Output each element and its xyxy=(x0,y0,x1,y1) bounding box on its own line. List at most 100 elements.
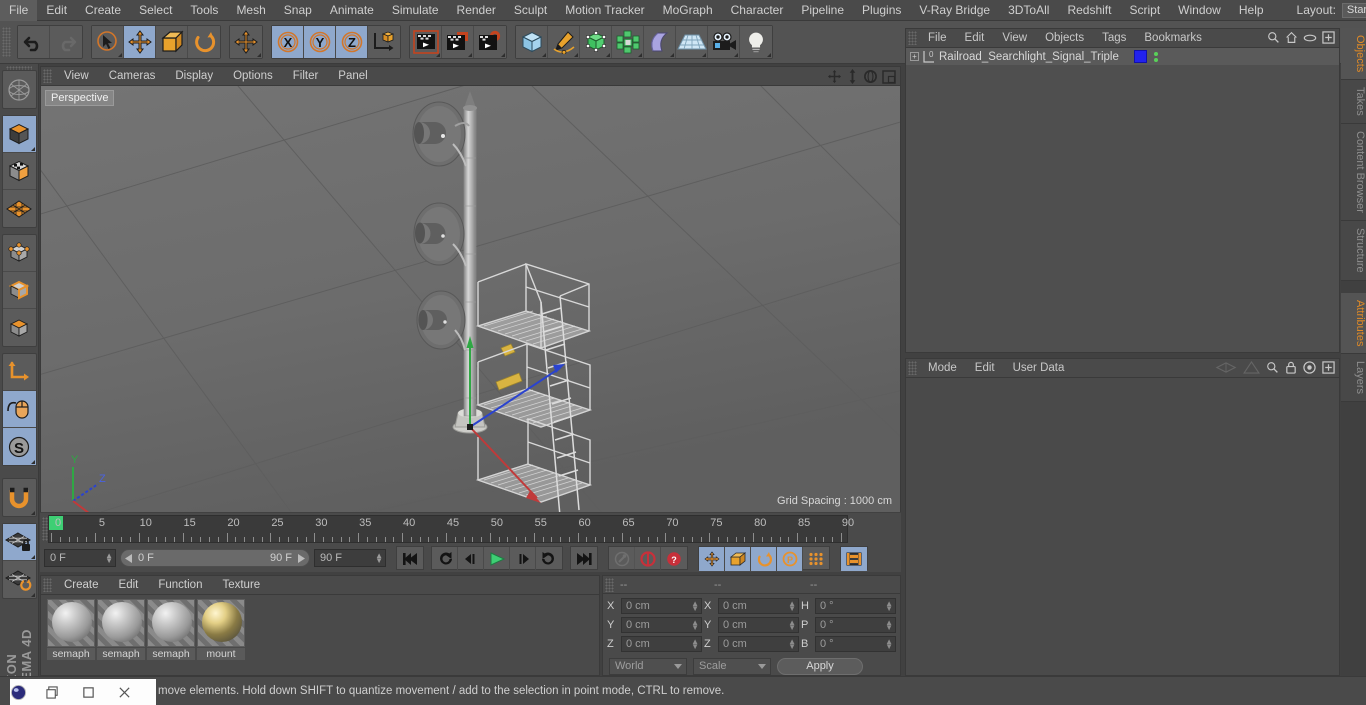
viewport-3d-scene[interactable]: Y Z X Perspective Grid Spacing : 1000 cm xyxy=(41,86,900,512)
side-tab-takes[interactable]: Takes xyxy=(1341,80,1366,125)
menu-item-animate[interactable]: Animate xyxy=(321,0,383,21)
menu-item-snap[interactable]: Snap xyxy=(275,0,321,21)
magnet-button[interactable] xyxy=(3,479,36,516)
side-tab-objects[interactable]: Objects xyxy=(1341,28,1366,81)
coordinate-rotation-field[interactable]: 0 ° ▲ ▼ xyxy=(815,616,896,633)
record-key-button[interactable] xyxy=(609,547,635,571)
coordinate-size-field[interactable]: 0 cm ▲ ▼ xyxy=(718,635,799,652)
scale-tool-button[interactable] xyxy=(156,26,188,58)
attribute-manager-grip[interactable] xyxy=(908,361,917,375)
search-icon[interactable] xyxy=(1267,31,1280,44)
move-tool-button[interactable] xyxy=(124,26,156,58)
object-menu-objects[interactable]: Objects xyxy=(1036,29,1093,48)
viewport-camera-label[interactable]: Perspective xyxy=(45,90,115,106)
attribute-menu-mode[interactable]: Mode xyxy=(919,359,966,378)
menu-item-redshift[interactable]: Redshift xyxy=(1058,0,1120,21)
attribute-menu-user-data[interactable]: User Data xyxy=(1004,359,1074,378)
workplane-rotate-button[interactable] xyxy=(3,561,36,598)
key-scale-button[interactable] xyxy=(725,547,751,571)
menu-item-file[interactable]: File xyxy=(0,0,38,21)
search-icon[interactable] xyxy=(1266,361,1279,374)
viewport-menu-view[interactable]: View xyxy=(54,67,99,86)
coordinate-size-field[interactable]: 0 cm ▲ ▼ xyxy=(718,616,799,633)
coordinate-position-field[interactable]: 0 cm ▲ ▼ xyxy=(621,597,702,614)
coordinate-position-field[interactable]: 0 cm ▲ ▼ xyxy=(621,635,702,652)
menu-item-sculpt[interactable]: Sculpt xyxy=(505,0,556,21)
menu-item-script[interactable]: Script xyxy=(1120,0,1169,21)
menu-item-simulate[interactable]: Simulate xyxy=(383,0,448,21)
step-back-button[interactable] xyxy=(458,547,484,571)
workplane-button[interactable] xyxy=(3,190,36,227)
ellipse-icon[interactable] xyxy=(1303,32,1317,44)
render-settings-button[interactable] xyxy=(474,26,506,58)
play-button[interactable] xyxy=(484,547,510,571)
edges-mode-button[interactable] xyxy=(2,272,36,310)
minimize-button[interactable] xyxy=(46,685,82,699)
end-frame-field[interactable]: 90 F ▲ ▼ xyxy=(314,549,386,567)
material-name-label[interactable]: semaph xyxy=(147,648,195,660)
viewport-menu-display[interactable]: Display xyxy=(165,67,223,86)
generator-button[interactable] xyxy=(580,26,612,58)
coordinate-rotation-field[interactable]: 0 ° ▲ ▼ xyxy=(815,597,896,614)
viewport-menu-cameras[interactable]: Cameras xyxy=(99,67,166,86)
object-menu-view[interactable]: View xyxy=(993,29,1036,48)
material-item[interactable]: mount xyxy=(197,599,245,660)
material-name-label[interactable]: semaph xyxy=(47,648,95,660)
spinner-icon[interactable]: ▲ ▼ xyxy=(788,618,796,631)
spinner-icon[interactable]: ▲ ▼ xyxy=(788,637,796,650)
viewport-menu-options[interactable]: Options xyxy=(223,67,283,86)
material-grip[interactable] xyxy=(43,578,52,592)
object-tag-blue[interactable] xyxy=(1134,50,1147,63)
redo-button[interactable] xyxy=(50,26,82,58)
camera-button[interactable] xyxy=(708,26,740,58)
close-button[interactable] xyxy=(118,686,154,699)
menu-item-help[interactable]: Help xyxy=(1230,0,1273,21)
spinner-icon[interactable]: ▲ ▼ xyxy=(788,599,796,612)
material-preview-sphere[interactable] xyxy=(197,599,245,647)
lock-icon[interactable] xyxy=(1285,361,1297,374)
rotate-view-icon[interactable] xyxy=(863,69,878,84)
home-icon[interactable] xyxy=(1285,31,1298,44)
render-view-button[interactable] xyxy=(410,26,442,58)
target-icon[interactable] xyxy=(1303,361,1316,374)
material-menu-edit[interactable]: Edit xyxy=(109,576,149,595)
menu-item-select[interactable]: Select xyxy=(130,0,181,21)
spinner-icon[interactable]: ▲ ▼ xyxy=(105,552,113,565)
preview-range-bar[interactable]: 0 F 90 F xyxy=(120,549,310,567)
go-to-start-button[interactable] xyxy=(397,547,423,571)
axis-y-button[interactable]: Y xyxy=(304,26,336,58)
coordinate-size-field[interactable]: 0 cm ▲ ▼ xyxy=(718,597,799,614)
step-forward-button[interactable] xyxy=(510,547,536,571)
object-visibility-dots[interactable] xyxy=(1154,51,1158,62)
texture-mode-button[interactable] xyxy=(2,153,36,191)
pan-icon[interactable] xyxy=(827,69,842,84)
spinner-icon[interactable]: ▲ ▼ xyxy=(375,552,383,565)
material-item[interactable]: semaph xyxy=(97,599,145,660)
material-preview-sphere[interactable] xyxy=(47,599,95,647)
menu-item-window[interactable]: Window xyxy=(1169,0,1230,21)
undo-button[interactable] xyxy=(18,26,50,58)
side-tab-structure[interactable]: Structure xyxy=(1341,220,1366,281)
material-name-label[interactable]: mount xyxy=(197,648,245,660)
cube-button[interactable] xyxy=(516,26,548,58)
side-tab-content-browser[interactable]: Content Browser xyxy=(1341,124,1366,221)
keyframe-select-button[interactable]: ? xyxy=(661,547,687,571)
key-position-button[interactable] xyxy=(699,547,725,571)
expand-icon[interactable]: + xyxy=(910,52,919,61)
make-editable-button[interactable] xyxy=(3,71,36,108)
material-preview-sphere[interactable] xyxy=(147,599,195,647)
maximize-view-icon[interactable] xyxy=(882,69,896,84)
rotate-tool-button[interactable] xyxy=(188,26,220,58)
menu-item-motion-tracker[interactable]: Motion Tracker xyxy=(556,0,653,21)
side-tab-attributes[interactable]: Attributes xyxy=(1341,292,1366,355)
menu-item-v-ray-bridge[interactable]: V-Ray Bridge xyxy=(910,0,999,21)
spinner-icon[interactable]: ▲ ▼ xyxy=(691,618,699,631)
spinner-icon[interactable]: ▲ ▼ xyxy=(885,637,893,650)
soft-selection-button[interactable]: S xyxy=(2,428,36,466)
object-row-railroad-signal[interactable]: + 0 Railroad_Searchlight_Signal_Triple xyxy=(906,48,1339,65)
material-preview-sphere[interactable] xyxy=(97,599,145,647)
timeline-button[interactable] xyxy=(841,547,867,571)
workplane-lock-button[interactable] xyxy=(2,524,36,562)
polygons-mode-button[interactable] xyxy=(3,309,36,346)
toolbar-grip[interactable] xyxy=(2,27,11,57)
